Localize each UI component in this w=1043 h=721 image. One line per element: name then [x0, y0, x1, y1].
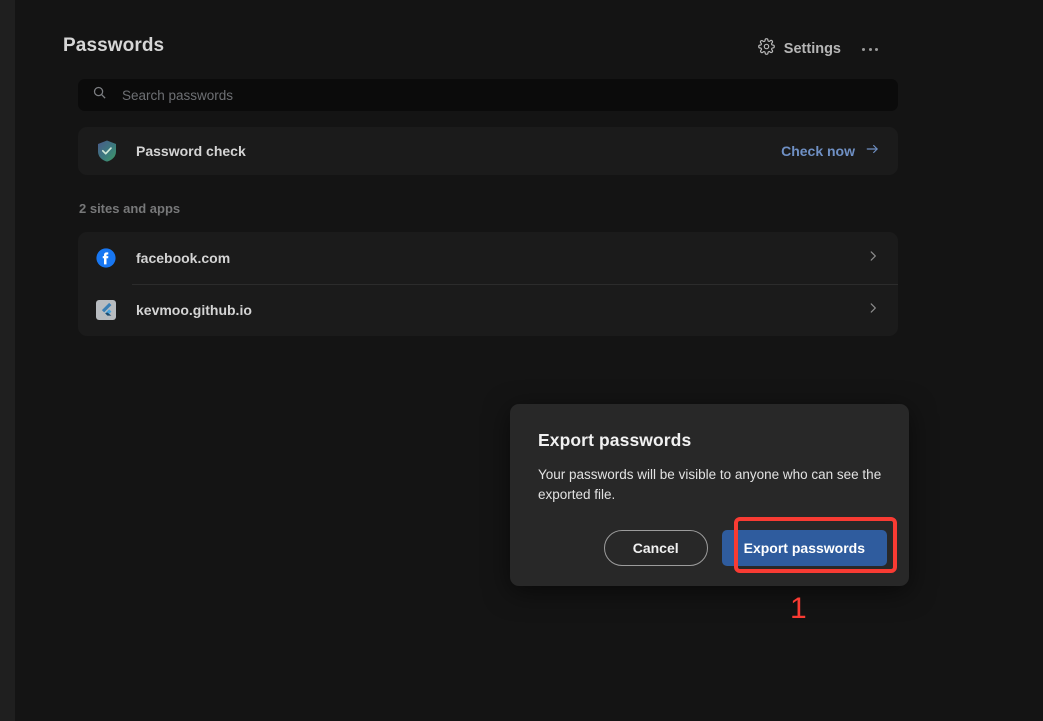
search-icon: [92, 85, 107, 105]
arrow-right-icon: [865, 142, 880, 161]
sites-list: facebook.com kevmoo.github.io: [78, 232, 898, 336]
check-now-button[interactable]: Check now: [781, 142, 880, 161]
dialog-body-text: Your passwords will be visible to anyone…: [538, 467, 882, 502]
page-title: Passwords: [63, 35, 165, 56]
password-check-label: Password check: [136, 143, 246, 159]
page-header: Passwords Settings: [63, 30, 883, 70]
export-passwords-dialog: Export passwords Your passwords will be …: [510, 404, 909, 586]
list-item[interactable]: kevmoo.github.io: [78, 284, 898, 336]
more-dot: [862, 47, 865, 51]
sites-section-label: 2 sites and apps: [79, 201, 181, 216]
search-input[interactable]: [120, 86, 884, 104]
list-item[interactable]: facebook.com: [78, 232, 898, 284]
chevron-right-icon: [866, 249, 880, 268]
more-horizontal-icon[interactable]: [857, 36, 883, 62]
more-dot: [875, 47, 878, 51]
flutter-icon: [96, 300, 116, 320]
site-name: kevmoo.github.io: [136, 302, 252, 318]
check-now-label: Check now: [781, 143, 855, 159]
dialog-title: Export passwords: [538, 430, 692, 450]
window-left-edge: [0, 0, 15, 721]
search-bar[interactable]: [78, 79, 898, 111]
export-passwords-button[interactable]: Export passwords: [721, 530, 887, 566]
facebook-icon: [96, 248, 116, 268]
browser-window: Passwords Settings Search passwords Pass…: [0, 0, 1043, 721]
settings-button[interactable]: Settings: [757, 38, 841, 60]
gear-icon: [757, 38, 775, 60]
password-check-card[interactable]: Password check Check now: [78, 127, 898, 175]
passwords-page: Passwords Settings Search passwords Pass…: [15, 0, 1043, 721]
shield-check-icon: [96, 139, 118, 163]
settings-label: Settings: [783, 41, 841, 57]
chevron-right-icon: [866, 301, 880, 320]
more-dot: [868, 47, 872, 51]
cancel-button[interactable]: Cancel: [603, 530, 708, 566]
site-name: facebook.com: [136, 250, 231, 266]
annotation-step-number: 1: [790, 592, 807, 625]
header-actions: Settings: [757, 36, 883, 62]
dialog-actions: Cancel Export passwords: [603, 530, 887, 566]
